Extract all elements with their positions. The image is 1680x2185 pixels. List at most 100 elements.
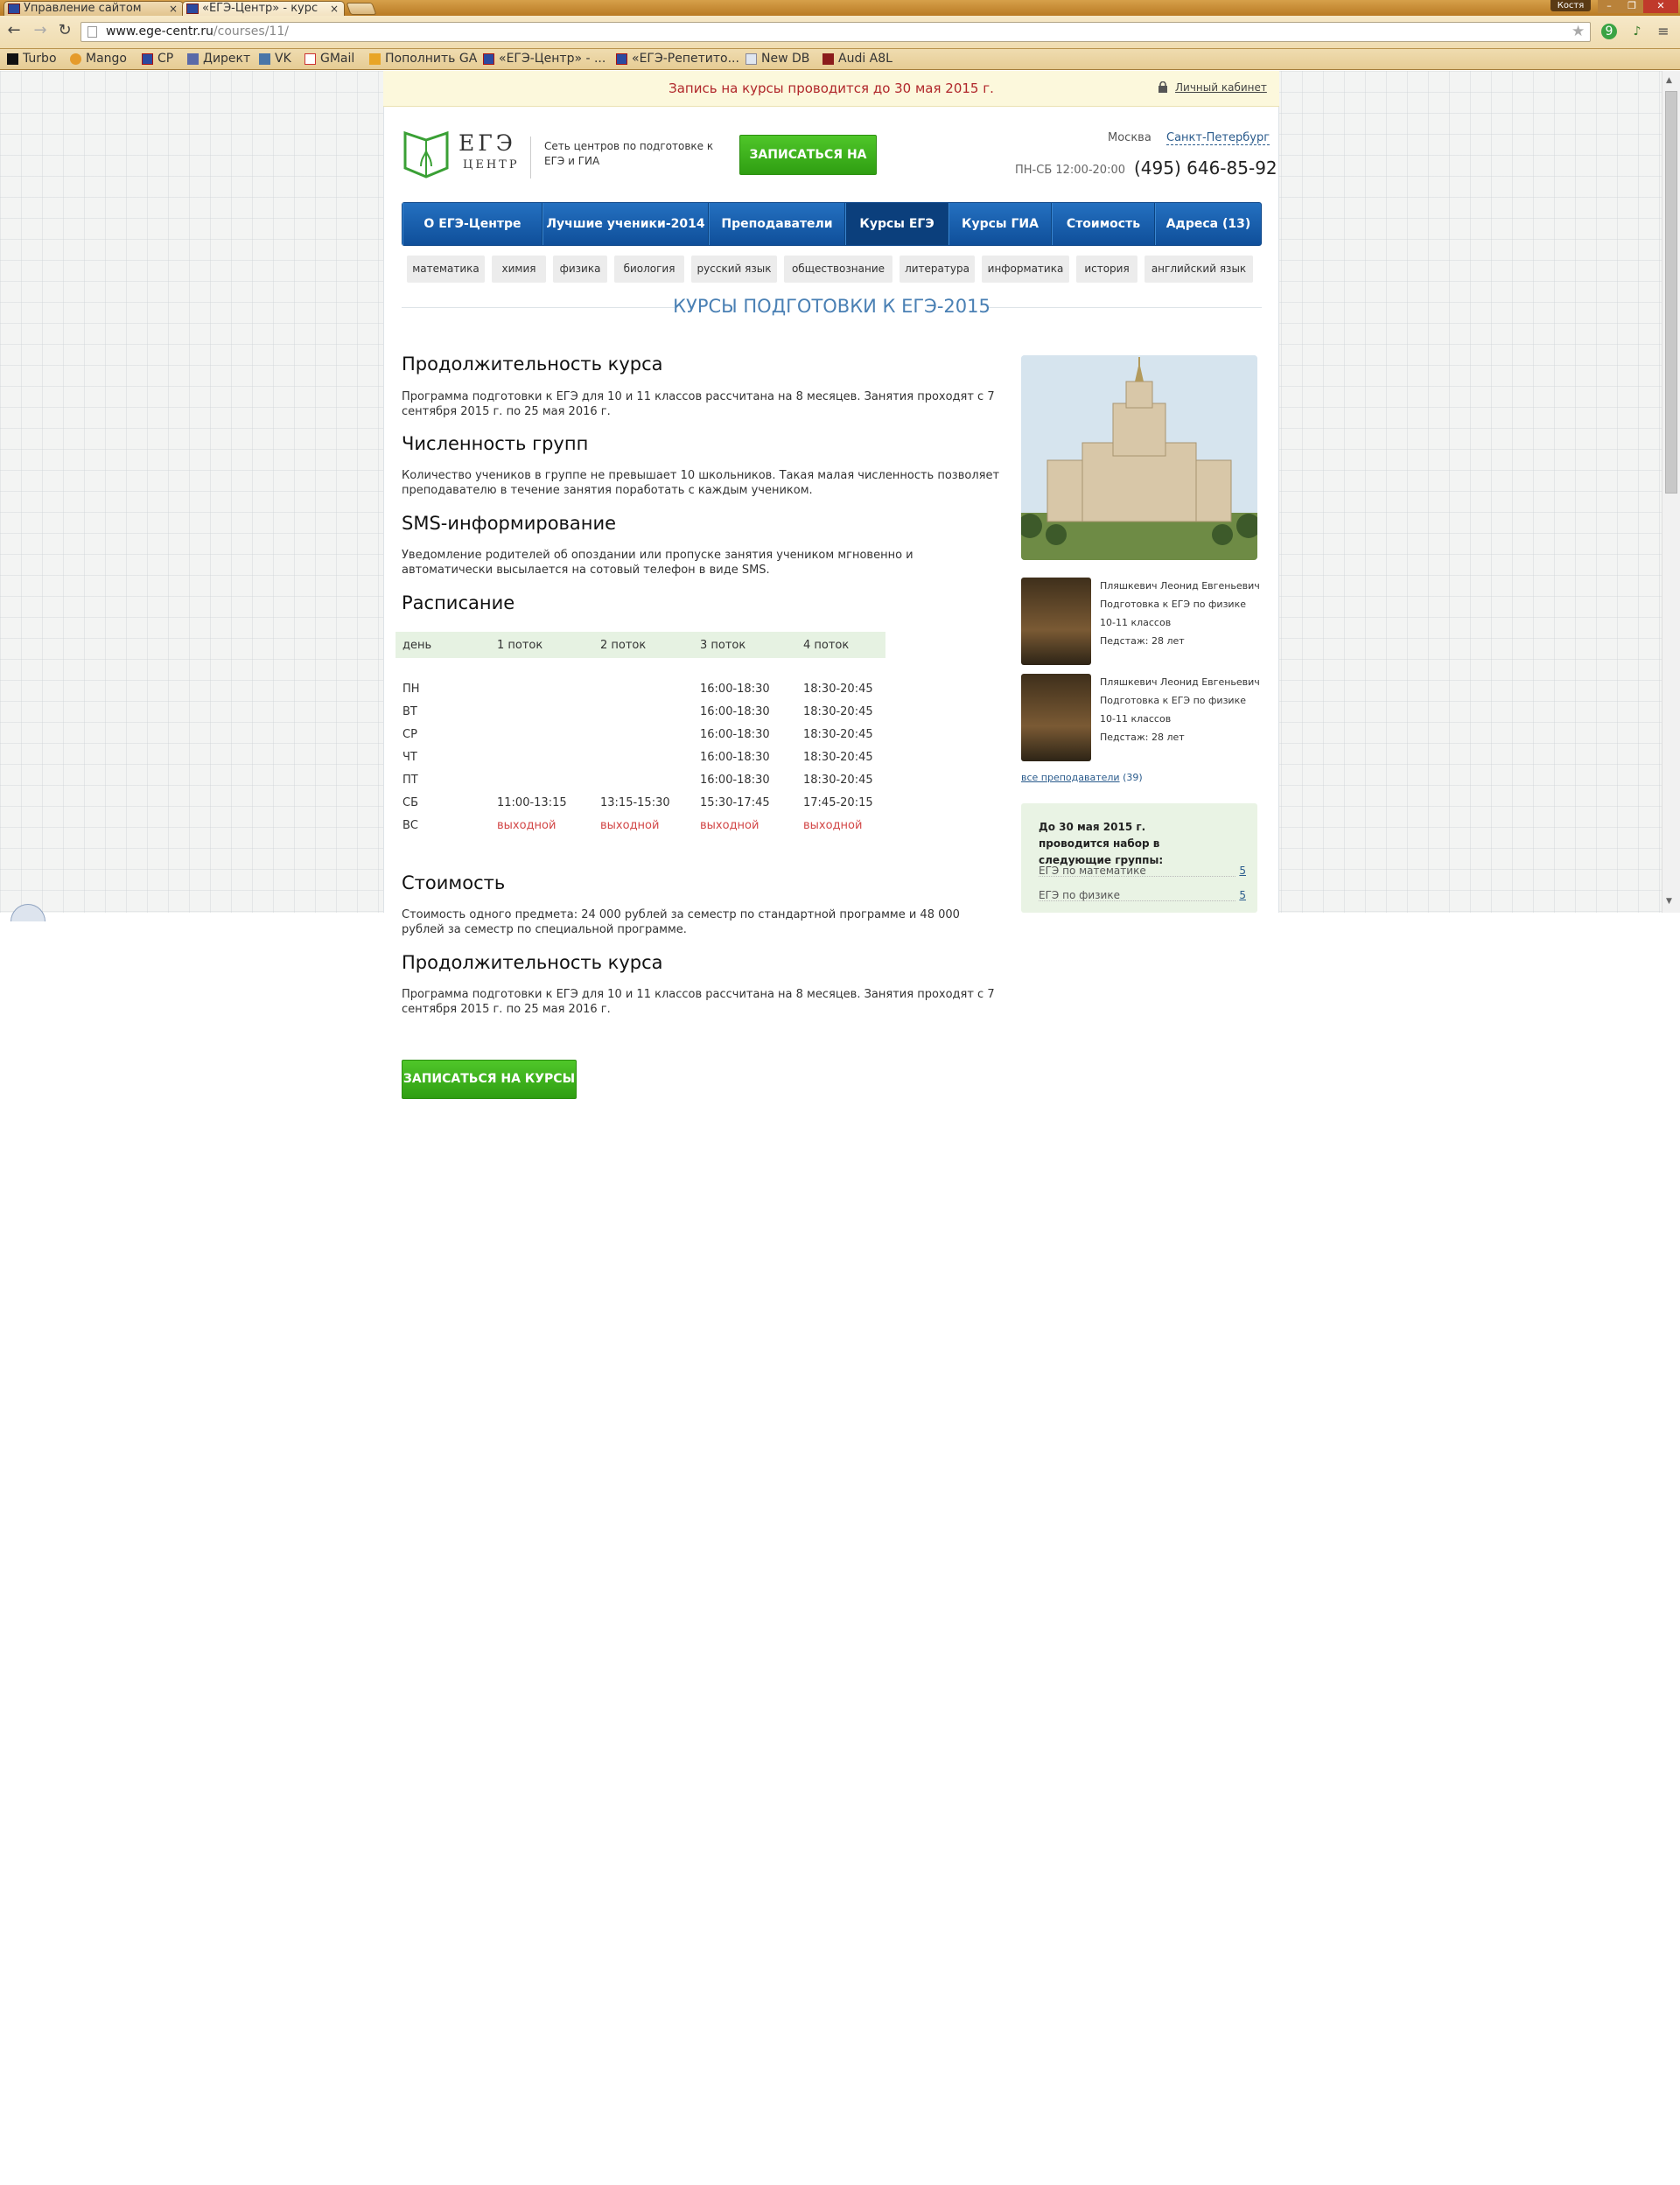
bookmark-ege-centr[interactable]: «ЕГЭ-Центр» - ...	[483, 51, 606, 67]
reload-icon[interactable]: ↻	[56, 21, 74, 39]
tab-site-admin[interactable]: Управление сайтом ×	[4, 1, 184, 16]
minimize-icon[interactable]: –	[1598, 0, 1620, 13]
close-tab-icon[interactable]: ×	[330, 2, 339, 16]
forward-icon[interactable]: →	[32, 21, 49, 39]
subject-tag[interactable]: русский язык	[691, 256, 777, 283]
schedule-time-cell: выходной	[700, 819, 760, 832]
schedule-time-cell: 13:15-15:30	[600, 796, 670, 809]
group-count[interactable]: 5	[1236, 865, 1246, 877]
bookmark-mango[interactable]: Mango	[70, 51, 127, 67]
heading-schedule: Расписание	[402, 592, 515, 613]
user-badge[interactable]: Костя	[1550, 0, 1591, 11]
all-teachers-link[interactable]: все преподаватели (39)	[1021, 772, 1143, 783]
bookmark-ga[interactable]: Пополнить GA	[369, 51, 477, 67]
subject-tag[interactable]: химия	[492, 256, 546, 283]
subject-tag[interactable]: биология	[614, 256, 684, 283]
subject-tag[interactable]: история	[1076, 256, 1138, 283]
group-row[interactable]: ЕГЭ по физике 5	[1039, 889, 1246, 901]
logo-title: ЕГЭ	[458, 130, 516, 156]
text-duration: Программа подготовки к ЕГЭ для 10 и 11 к…	[402, 390, 995, 418]
bookmark-direct[interactable]: Директ	[187, 51, 250, 67]
schedule-time-cell: 17:45-20:15	[803, 796, 873, 809]
menu-icon[interactable]: ≡	[1656, 24, 1671, 39]
section-title: КУРСЫ ПОДГОТОВКИ К ЕГЭ-2015	[673, 296, 990, 317]
text-group-size: Количество учеников в группе не превышае…	[402, 469, 1000, 497]
nav-best-students[interactable]: Лучшие ученики-2014	[542, 203, 709, 245]
all-teachers-label[interactable]: все преподаватели	[1021, 772, 1120, 783]
nav-addresses[interactable]: Адреса (13)	[1155, 203, 1261, 245]
subject-tag[interactable]: английский язык	[1144, 256, 1253, 283]
back-icon[interactable]: ←	[5, 21, 23, 39]
maximize-icon[interactable]: ❐	[1620, 0, 1643, 13]
tab-title: Управление сайтом	[24, 2, 142, 15]
new-tab-button[interactable]	[346, 3, 377, 15]
bookmark-gmail[interactable]: GMail	[304, 51, 354, 67]
schedule-time-cell: 18:30-20:45	[803, 683, 873, 696]
close-tab-icon[interactable]: ×	[169, 2, 178, 16]
vk-icon	[259, 53, 270, 65]
teacher-name[interactable]: Пляшкевич Леонид Евгеньевич	[1100, 673, 1262, 691]
nav-courses-ege[interactable]: Курсы ЕГЭ	[845, 203, 948, 245]
nav-about[interactable]: О ЕГЭ-Центре	[402, 203, 542, 245]
close-window-icon[interactable]: ✕	[1643, 0, 1678, 13]
announcement-text: Запись на курсы проводится до 30 мая 201…	[668, 81, 994, 96]
scrollbar-thumb[interactable]	[1665, 91, 1677, 494]
schedule-col-day: день	[402, 639, 432, 652]
bookmark-ege-repetitor[interactable]: «ЕГЭ-Репетито...	[616, 51, 739, 67]
teacher-photo[interactable]	[1021, 578, 1091, 665]
signup-button-header[interactable]: ЗАПИСАТЬСЯ НА КУРСЫ	[739, 135, 877, 200]
direct-icon	[187, 53, 199, 65]
announcement-bar: Запись на курсы проводится до 30 мая 201…	[383, 71, 1279, 107]
bookmark-audi[interactable]: Audi A8L	[822, 51, 892, 67]
subject-tag[interactable]: физика	[553, 256, 607, 283]
logo-divider	[530, 137, 531, 179]
group-count[interactable]: 5	[1236, 889, 1246, 901]
nav-cost[interactable]: Стоимость	[1052, 203, 1155, 245]
nav-courses-gia[interactable]: Курсы ГИА	[948, 203, 1052, 245]
teacher-photo[interactable]	[1021, 674, 1091, 761]
schedule-col-stream3: 3 поток	[700, 639, 746, 652]
scroll-down-icon[interactable]: ▼	[1666, 897, 1672, 906]
city-moscow[interactable]: Москва	[1108, 131, 1152, 144]
teacher-experience: Педстаж: 28 лет	[1100, 635, 1185, 647]
subject-tag[interactable]: информатика	[982, 256, 1069, 283]
group-label: ЕГЭ по физике	[1039, 889, 1120, 901]
bookmark-star-icon[interactable]: ★	[1572, 23, 1585, 40]
site-icon	[616, 53, 627, 65]
city-spb-link[interactable]: Санкт-Петербург	[1166, 131, 1270, 145]
subject-tag[interactable]: обществознание	[784, 256, 892, 283]
schedule-day-cell: ПН	[402, 683, 420, 696]
turbo-icon	[7, 53, 18, 65]
phone-number: (495) 646-85-92	[1134, 158, 1278, 179]
nav-teachers[interactable]: Преподаватели	[709, 203, 845, 245]
bookmark-turbo[interactable]: Turbo	[7, 51, 57, 67]
heading-sms: SMS-информирование	[402, 513, 617, 534]
address-bar[interactable]: www.ege-centr.ru/courses/11/	[80, 22, 1591, 42]
schedule-time-cell: выходной	[803, 819, 863, 832]
signup-button-bottom[interactable]: ЗАПИСАТЬСЯ НА КУРСЫ	[402, 1060, 577, 1099]
bookmark-newdb[interactable]: New DB	[746, 51, 809, 67]
working-hours: ПН-СБ 12:00-20:00	[1015, 164, 1125, 177]
gmail-icon	[304, 53, 316, 65]
scroll-up-icon[interactable]: ▲	[1666, 76, 1672, 85]
teacher-classes: 10-11 классов	[1100, 617, 1172, 628]
logo-book-icon[interactable]	[402, 128, 451, 182]
extension-tuning-icon[interactable]: ♪	[1629, 24, 1645, 39]
database-icon	[746, 53, 757, 65]
subject-tag[interactable]: математика	[407, 256, 485, 283]
teacher-experience: Педстаж: 28 лет	[1100, 732, 1185, 743]
schedule-time-cell: 16:00-18:30	[700, 728, 770, 741]
favicon-icon	[8, 4, 20, 14]
mango-icon	[70, 53, 81, 65]
subject-tag[interactable]: литература	[900, 256, 975, 283]
tab-ege-centr[interactable]: «ЕГЭ-Центр» - курс ×	[182, 1, 345, 16]
all-teachers-count: (39)	[1123, 772, 1143, 783]
extension-icon[interactable]: 9	[1601, 24, 1617, 39]
group-row[interactable]: ЕГЭ по математике 5	[1039, 865, 1246, 877]
bookmark-cp[interactable]: CP	[142, 51, 173, 67]
personal-account-link[interactable]: Личный кабинет	[1175, 81, 1267, 94]
schedule-day-cell: ВС	[402, 819, 418, 832]
schedule-time-cell: 18:30-20:45	[803, 774, 873, 787]
bookmark-vk[interactable]: VK	[259, 51, 291, 67]
teacher-name[interactable]: Пляшкевич Леонид Евгеньевич	[1100, 577, 1262, 595]
